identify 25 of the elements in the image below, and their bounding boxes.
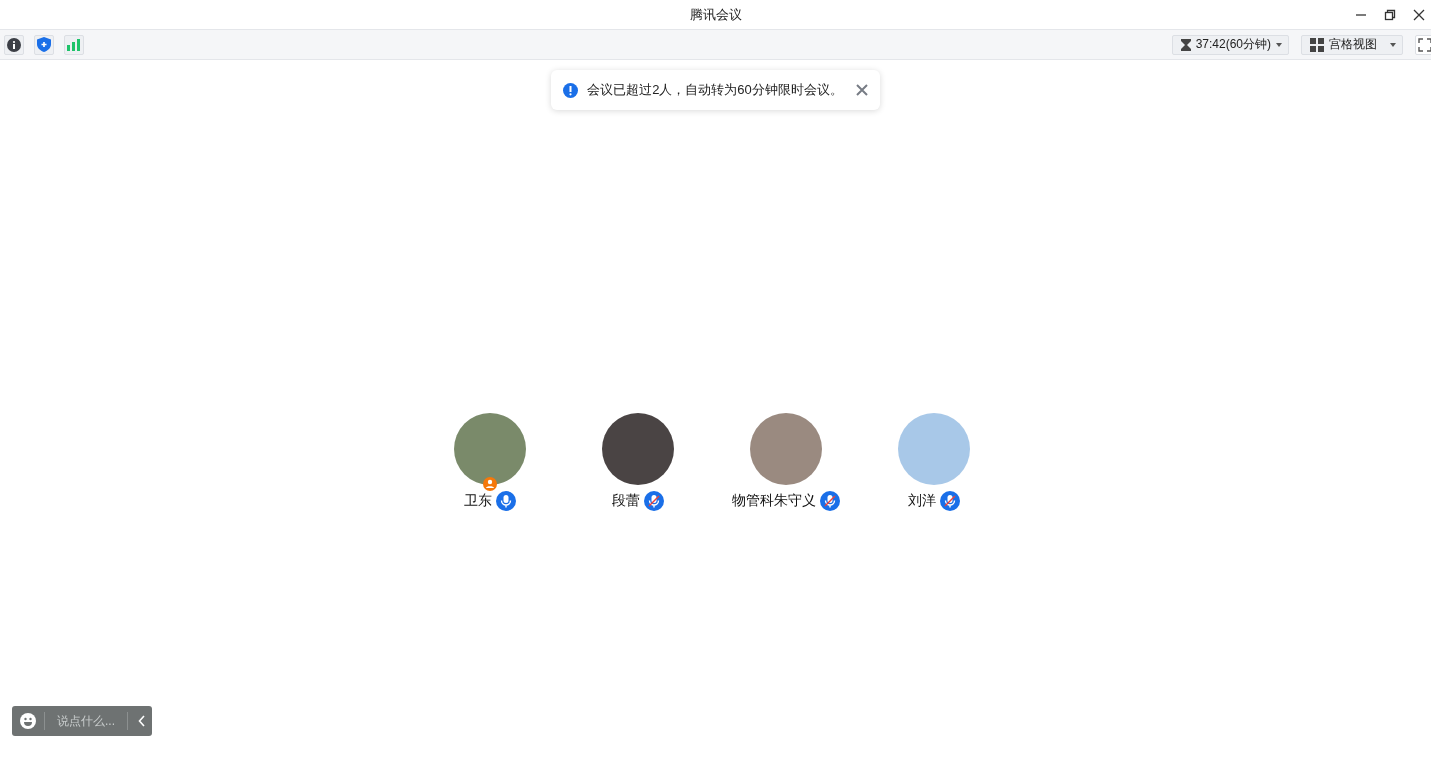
chat-input-field[interactable]: 说点什么...	[12, 706, 152, 736]
participant-name: 刘洋	[908, 492, 936, 510]
window-title: 腾讯会议	[689, 5, 742, 24]
mic-icon[interactable]	[496, 491, 516, 511]
notice-text: 会议已超过2人，自动转为60分钟限时会议。	[587, 81, 843, 99]
close-notice-button[interactable]	[855, 84, 868, 96]
muted-mic-icon[interactable]	[940, 491, 960, 511]
caret-icon	[1390, 42, 1396, 47]
participant-name: 段蕾	[612, 492, 640, 510]
hourglass-icon	[1180, 38, 1191, 51]
grid-icon	[1310, 37, 1324, 52]
meeting-timer-dropdown[interactable]: 37:42(60分钟)	[1171, 34, 1289, 55]
alert-icon	[563, 82, 579, 98]
participant-name: 物管科朱守义	[732, 492, 816, 510]
grid-view-dropdown[interactable]: 宫格视图	[1301, 34, 1403, 55]
muted-mic-icon[interactable]	[644, 491, 664, 511]
fullscreen-button[interactable]	[1415, 34, 1431, 55]
security-shield-button[interactable]	[34, 34, 54, 55]
caret-icon	[1276, 42, 1282, 47]
participant-name: 卫东	[464, 492, 492, 510]
smiley-icon[interactable]	[20, 713, 36, 729]
close-icon[interactable]	[1413, 9, 1425, 21]
restore-icon[interactable]	[1384, 9, 1396, 21]
info-button[interactable]	[4, 34, 24, 55]
muted-mic-icon[interactable]	[820, 491, 840, 511]
